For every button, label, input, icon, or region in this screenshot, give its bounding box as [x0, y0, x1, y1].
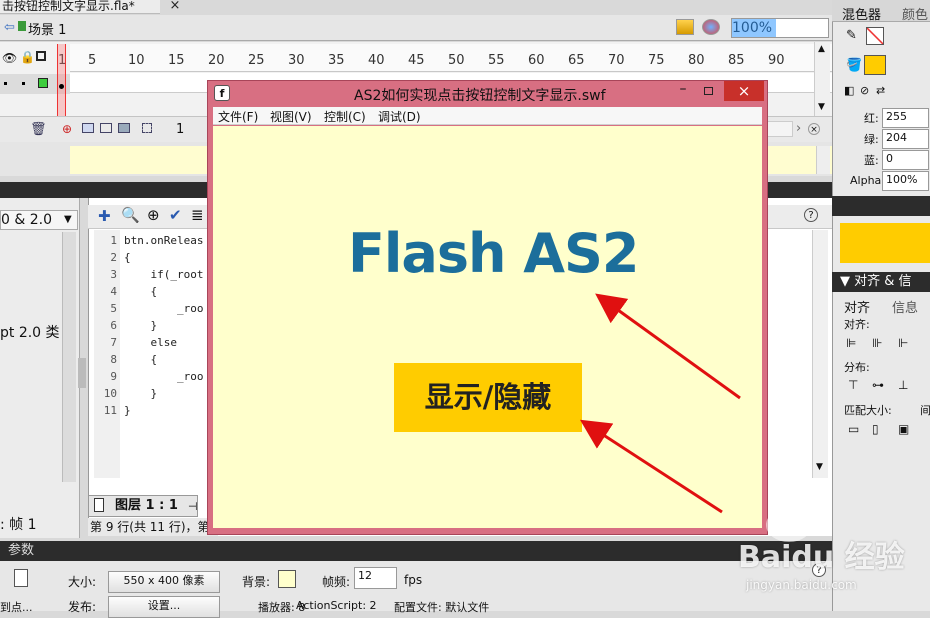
watermark-brand: Baidu 经验 — [738, 540, 905, 575]
baidu-watermark: Baidu 经验 jingyan.baidu.com — [738, 508, 930, 611]
watermark-url: jingyan.baidu.com — [746, 578, 857, 592]
arrow-to-button — [579, 419, 723, 514]
arrow-to-text — [595, 293, 741, 400]
